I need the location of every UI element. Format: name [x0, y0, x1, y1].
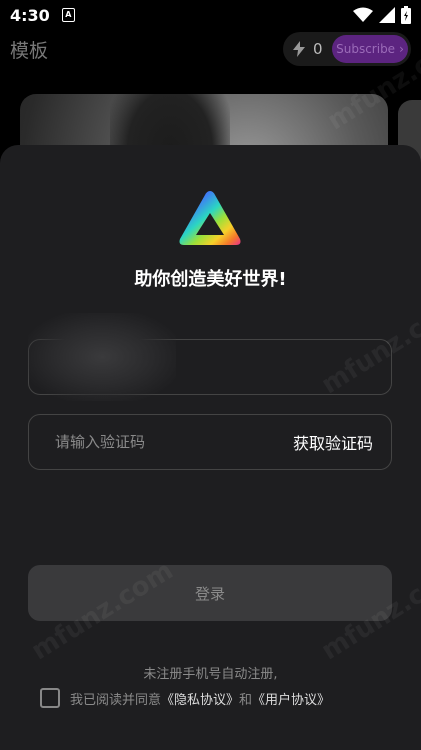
- status-right: [353, 6, 411, 24]
- agreement-row: 我已阅读并同意 《隐私协议》 和 《用户协议》: [40, 688, 330, 708]
- lightning-icon: [293, 41, 305, 57]
- agree-and: 和: [239, 692, 253, 708]
- get-code-button[interactable]: 获取验证码: [293, 430, 373, 454]
- user-agreement-link[interactable]: 《用户协议》: [252, 689, 330, 708]
- status-bar: 4:30 A: [0, 0, 421, 30]
- privacy-policy-link[interactable]: 《隐私协议》: [161, 689, 239, 708]
- wifi-icon: [353, 7, 373, 22]
- status-left: 4:30 A: [10, 6, 75, 25]
- credits-count: 0: [313, 40, 323, 58]
- code-input[interactable]: [53, 432, 257, 452]
- background-header: 模板 0 Subscribe ›: [0, 30, 421, 86]
- credits-pill[interactable]: 0 Subscribe ›: [283, 32, 411, 66]
- status-time: 4:30: [10, 5, 50, 25]
- chevron-right-icon: ›: [399, 42, 404, 56]
- page-title: 模板: [10, 40, 49, 62]
- agree-prefix: 我已阅读并同意: [70, 692, 162, 708]
- signal-icon: [379, 7, 395, 23]
- code-field[interactable]: 获取验证码: [28, 414, 392, 470]
- auto-register-hint: 未注册手机号自动注册,: [143, 667, 278, 682]
- login-sheet: 助你创造美好世界! 获取验证码 登录 未注册手机号自动注册, 我已阅读并同意 《…: [0, 145, 421, 750]
- subscribe-label: Subscribe: [336, 42, 396, 56]
- agree-checkbox[interactable]: [40, 688, 60, 708]
- subscribe-button[interactable]: Subscribe ›: [332, 35, 408, 63]
- login-button[interactable]: 登录: [28, 565, 392, 621]
- battery-icon: [401, 6, 411, 24]
- prism-triangle-logo-icon: [179, 191, 241, 245]
- notification-icon: A: [61, 8, 75, 22]
- slogan: 助你创造美好世界!: [134, 269, 287, 290]
- blurred-region: [28, 313, 176, 401]
